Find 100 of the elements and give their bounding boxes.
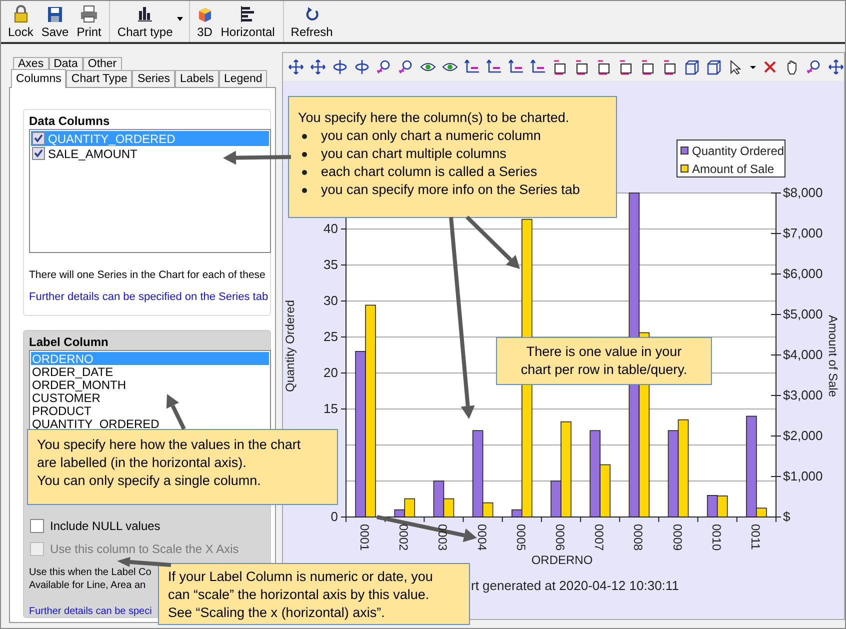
square-icon[interactable] — [618, 59, 634, 75]
tab[interactable]: Legend — [218, 70, 268, 87]
checkbox[interactable] — [32, 132, 45, 145]
tick-label: 0009 — [670, 524, 684, 551]
tick-label: $2,000 — [783, 428, 823, 443]
toolbar-button[interactable]: Horizontal — [216, 1, 279, 42]
horizontal-bars-icon — [240, 5, 256, 23]
callout-text: each chart column is called a Series — [321, 163, 538, 181]
tab[interactable]: Series — [132, 70, 176, 87]
magnifier-icon[interactable] — [376, 59, 392, 75]
group-title: Data Columns — [29, 114, 111, 129]
callout-text: There is one value in your — [525, 343, 683, 361]
bullet-icon — [302, 188, 307, 192]
tab[interactable]: Other — [82, 57, 122, 70]
axes-icon[interactable] — [508, 59, 524, 75]
arrow — [166, 394, 186, 430]
toolbar-button[interactable]: Save — [37, 1, 73, 42]
tick-label: $7,000 — [783, 226, 823, 240]
cube-outline-icon[interactable] — [706, 59, 722, 75]
tick-label: $8,000 — [783, 185, 823, 200]
toolbar-button[interactable]: Lock — [4, 1, 38, 42]
pointer-icon[interactable] — [728, 59, 744, 75]
axes-icon[interactable] — [530, 59, 546, 75]
toolbar-button[interactable]: Refresh — [282, 1, 337, 42]
link[interactable]: Further details can be speci — [29, 606, 152, 617]
bullet-icon — [302, 152, 307, 156]
printer-icon — [80, 5, 98, 23]
note-text: There will one Series in the Chart for each of these — [29, 269, 266, 281]
rotate-icon[interactable] — [332, 59, 348, 75]
tick-label: 0004 — [474, 524, 489, 551]
list-box[interactable]: ORDERNO ORDER_DATE ORDER_MONTH CUSTOMER PRODUCT QUANTITY_ORDERED — [29, 350, 271, 430]
cross-icon[interactable] — [762, 59, 778, 75]
square-icon[interactable] — [574, 59, 590, 75]
link[interactable]: Further details can be specified on the Series tab — [29, 291, 270, 303]
toolbar-button[interactable]: Chart type — [109, 1, 185, 42]
legend-label: Quantity Ordered — [692, 144, 784, 158]
axis-title: ORDERNO — [531, 553, 593, 567]
bar — [716, 496, 728, 518]
tab[interactable]: Labels — [175, 70, 219, 87]
callout-text: If your Label Column is numeric or date, you — [168, 568, 434, 586]
move-arrows-icon[interactable] — [310, 59, 326, 75]
bar — [706, 495, 718, 518]
move-arrows-icon[interactable] — [828, 59, 844, 75]
tick-label: $6,000 — [783, 266, 823, 281]
tab[interactable]: Chart Type — [66, 70, 132, 87]
callout-text: You can only specify a single column. — [37, 472, 262, 490]
tick-label: 15 — [324, 401, 338, 416]
list-item[interactable]: ORDER_DATE — [31, 365, 269, 378]
toolbar-button[interactable]: 3D — [188, 1, 217, 42]
rotate-icon[interactable] — [354, 59, 370, 75]
tick-label: 0002 — [396, 524, 411, 551]
checkbox[interactable] — [30, 518, 44, 532]
tick-label: 0001 — [358, 524, 372, 551]
list-item[interactable]: SALE_AMOUNT — [48, 146, 138, 160]
magnifier-icon[interactable] — [398, 59, 414, 75]
move-arrows-icon[interactable] — [288, 59, 304, 75]
list-item[interactable]: PRODUCT — [31, 404, 269, 417]
refresh-icon — [304, 5, 320, 23]
list-item[interactable]: CUSTOMER — [31, 391, 269, 404]
tick-label: 0008 — [631, 524, 646, 551]
callout-text: you can specify more info on the Series tab — [321, 181, 580, 199]
tick-label: 0003 — [436, 524, 450, 551]
square-icon[interactable] — [640, 59, 656, 75]
magnifier-icon[interactable] — [806, 59, 822, 75]
square-icon[interactable] — [596, 59, 612, 75]
cube-outline-icon[interactable] — [684, 59, 700, 75]
tick-label: 0006 — [553, 524, 567, 551]
tick-label: $4,000 — [783, 347, 823, 362]
callout-text: can “scale” the horizontal axis by this value. — [168, 586, 430, 604]
tab[interactable]: Data — [48, 57, 83, 70]
tab[interactable]: Columns — [11, 69, 66, 88]
list-item[interactable]: ORDER_MONTH — [31, 378, 269, 391]
toolbar-button[interactable]: Print — [72, 1, 106, 42]
note-text: Use this when the Label Co — [29, 566, 152, 579]
tick-label: 20 — [324, 365, 338, 380]
callout-text: are labelled (in the horizontal axis). — [37, 454, 248, 472]
square-icon[interactable] — [552, 59, 568, 75]
axes-icon[interactable] — [486, 59, 502, 75]
callout-text: You specify here the column(s) to be charted. — [298, 109, 570, 127]
checkbox-label: Use this column to Scale the X Axis — [50, 542, 239, 556]
checkbox-label: Include NULL values — [50, 518, 160, 532]
cube-icon — [196, 5, 213, 23]
tab[interactable]: Axes — [13, 57, 49, 70]
caret-icon[interactable] — [176, 17, 183, 21]
tick-label: 30 — [324, 293, 338, 308]
callout-text: you can only chart a numeric column — [321, 127, 541, 145]
tick-label: $5,000 — [783, 306, 823, 322]
bar-chart-icon — [137, 5, 154, 23]
callout-text: You specify here how the values in the chart — [37, 436, 302, 454]
checkbox[interactable] — [32, 147, 45, 160]
list-box[interactable]: QUANTITY_ORDERED SALE_AMOUNT — [29, 129, 271, 253]
list-item[interactable]: QUANTITY_ORDERED — [31, 417, 269, 430]
tick-label: 0007 — [592, 524, 606, 551]
axes-icon[interactable] — [464, 59, 480, 75]
arrow — [117, 556, 172, 567]
tick-label: 0010 — [709, 524, 724, 551]
bullet-icon — [302, 134, 307, 138]
padlock-icon — [12, 5, 29, 23]
chart-footer: rt generated at 2020-04-12 10:30:11 — [471, 578, 679, 593]
square-icon[interactable] — [662, 59, 678, 75]
